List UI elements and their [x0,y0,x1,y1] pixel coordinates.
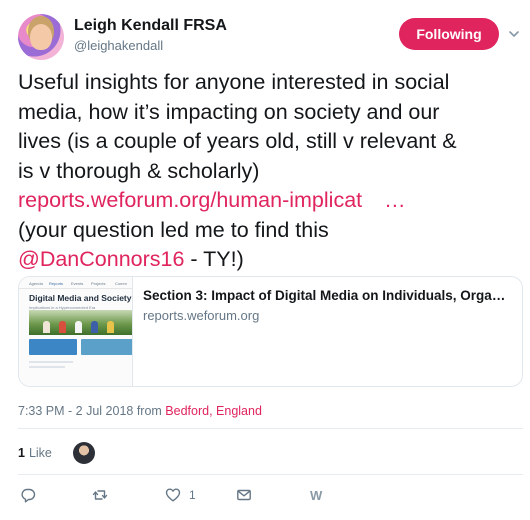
likes-count: 1 [18,446,25,460]
heart-icon [165,488,181,502]
thumbnail-block [81,339,132,355]
tweet-line: is v thorough & scholarly) [18,158,260,183]
thumbnail-text-lines [29,361,73,371]
person-figure [91,321,98,333]
thumb-nav-item: Projects [91,281,106,286]
liker-avatar[interactable] [73,442,95,464]
tweet-line-tail: - TY!) [184,247,244,271]
thumbnail-blocks [29,339,132,357]
person-figure [75,321,82,333]
tweet-line: lives (is a couple of years old, still v… [18,129,457,153]
author-avatar[interactable] [18,14,64,60]
like-count: 1 [189,488,196,502]
author-display-name[interactable]: Leigh Kendall FRSA [74,16,227,36]
card-thumbnail[interactable]: Agenda Reports Events Projects Comm Digi… [19,277,133,386]
likes-summary[interactable]: 1 Like [18,446,52,460]
thumbnail-photo [29,310,132,335]
following-button[interactable]: Following [399,18,499,50]
divider [18,474,523,475]
author-names: Leigh Kendall FRSA @leighakendall [74,16,227,56]
thumbnail-block [29,339,77,355]
tweet-link[interactable]: reports.weforum.org/human-implicat [18,188,362,212]
w-icon[interactable]: W [310,484,322,506]
direct-message-button[interactable] [236,484,252,506]
retweet-button[interactable] [92,484,108,506]
tweet-link-line: reports.weforum.org/human-implicat … [18,186,528,216]
tweet-time-date[interactable]: 7:33 PM - 2 Jul 2018 from [18,404,165,418]
thumb-nav-item: Events [71,281,84,286]
divider [18,428,523,429]
thumb-nav-item: Comm [115,281,127,286]
chevron-down-icon[interactable] [508,28,520,40]
retweet-icon [92,490,108,500]
person-figure [43,321,50,333]
envelope-icon [237,489,251,501]
link-preview-card[interactable]: Agenda Reports Events Projects Comm Digi… [18,276,523,387]
thumbnail-line [29,361,73,363]
thumb-nav-item: Reports [49,281,64,286]
card-title[interactable]: Section 3: Impact of Digital Media on In… [143,287,513,305]
thumbnail-line [29,366,65,368]
tweet-line: media, how it’s impacting on society and… [18,99,440,124]
tweet-text: Useful insights for anyone interested in… [18,68,528,275]
like-button[interactable]: 1 [165,484,196,506]
card-domain: reports.weforum.org [143,308,260,323]
reply-button[interactable] [20,484,36,506]
tweet-header: Leigh Kendall FRSA @leighakendall Follow… [18,14,520,62]
person-figure [59,321,66,333]
reply-icon [21,488,36,503]
thumbnail-nav: Agenda Reports Events Projects Comm [19,281,132,289]
tweet-link-ellipsis[interactable]: … [384,188,406,212]
tweet-line: Useful insights for anyone interested in… [18,70,450,94]
thumb-nav-item: Agenda [29,281,43,286]
tweet-mention-line: @DanConnors16 - TY!) [18,245,528,275]
mention-link[interactable]: @DanConnors16 [18,247,184,271]
likes-label: Like [28,446,52,460]
thumbnail-title: Digital Media and Society [29,293,132,303]
tweet-timestamp: 7:33 PM - 2 Jul 2018 from Bedford, Engla… [18,404,262,418]
person-figure [107,321,114,333]
tweet-actions: 1 W [0,484,530,508]
tweet-line: (your question led me to find this [18,217,329,242]
tweet-location[interactable]: Bedford, England [165,404,262,418]
author-handle[interactable]: @leighakendall [74,36,227,56]
